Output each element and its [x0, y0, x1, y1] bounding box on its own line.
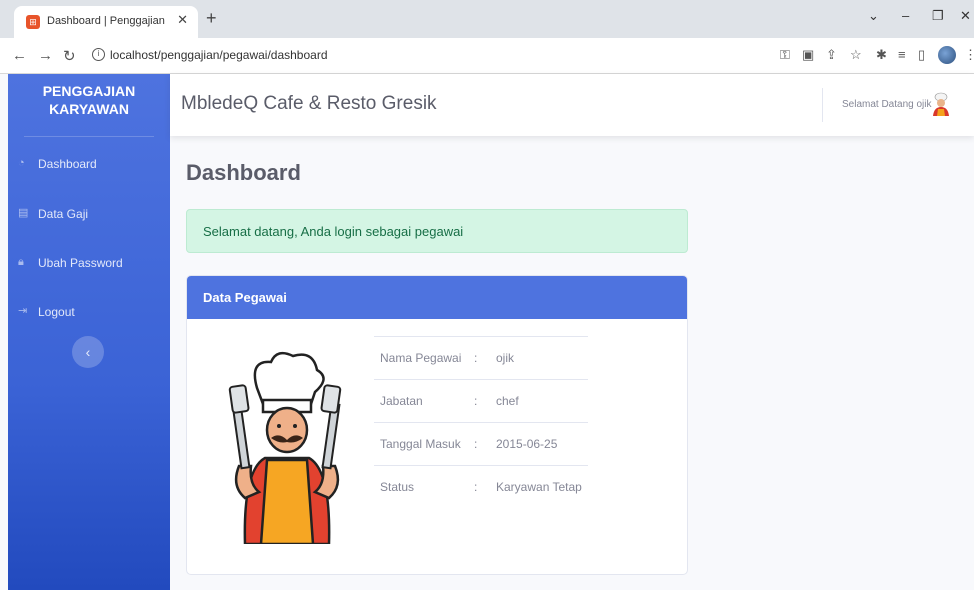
dashboard-icon: ◔ [18, 157, 25, 169]
sidebar-item-logout[interactable]: ⇥ Logout [8, 296, 170, 328]
row-value: 2015-06-25 [496, 437, 558, 451]
chef-illustration [228, 351, 342, 544]
row-label: Nama Pegawai [380, 351, 462, 365]
back-icon[interactable]: ← [12, 47, 27, 64]
url-text: localhost/penggajian/pegawai/dashboard [110, 48, 328, 62]
row-colon: : [474, 480, 478, 494]
logout-icon: ⇥ [18, 305, 28, 317]
minimize-icon[interactable]: – [902, 8, 909, 23]
app-title: MbledeQ Cafe & Resto Gresik [181, 93, 437, 114]
user-greeting[interactable]: Selamat Datang ojik [842, 99, 932, 110]
brand-line-2: KARYAWAN [49, 101, 129, 117]
tab-favicon-icon: ⊞ [26, 15, 40, 29]
restore-icon[interactable]: ❐ [932, 8, 944, 24]
side-panel-icon[interactable]: ▯ [918, 47, 925, 63]
row-colon: : [474, 351, 478, 365]
row-label: Jabatan [380, 394, 423, 408]
sidebar: PENGGAJIAN KARYAWAN ◔ Dashboard ▤ Data G… [8, 74, 170, 590]
row-label: Status [380, 480, 415, 494]
close-window-icon[interactable]: ✕ [960, 8, 971, 24]
table-icon: ▤ [18, 207, 29, 219]
table-row: Tanggal Masuk : 2015-06-25 [374, 422, 588, 465]
welcome-alert: Selamat datang, Anda login sebagai pegaw… [186, 209, 688, 253]
page-title: Dashboard [186, 160, 301, 185]
topbar: MbledeQ Cafe & Resto Gresik Selamat Data… [170, 74, 974, 136]
employee-card: Data Pegawai Nama Pegawai : ojik Jabatan… [186, 275, 688, 575]
forward-icon[interactable]: → [38, 47, 53, 64]
alert-text: Selamat datang, Anda login sebagai pegaw… [203, 224, 464, 239]
browser-tab-bar: ⊞ Dashboard | Penggajian ✕ + ⌄ – ❐ ✕ [0, 0, 974, 38]
extensions-icon[interactable]: ✱ [876, 47, 887, 63]
profile-avatar-icon[interactable] [938, 46, 956, 64]
browser-menu-icon[interactable]: ⋮ [964, 47, 974, 63]
tab-search-icon[interactable]: ⌄ [868, 8, 879, 24]
site-info-icon[interactable]: i [92, 48, 105, 61]
browser-tab[interactable]: ⊞ Dashboard | Penggajian ✕ [14, 6, 198, 38]
user-avatar-icon[interactable] [930, 92, 952, 116]
reload-icon[interactable]: ↻ [63, 47, 76, 65]
share-icon[interactable]: ⇪ [826, 47, 837, 63]
sidebar-brand[interactable]: PENGGAJIAN KARYAWAN [8, 74, 170, 136]
sidebar-item-label: Dashboard [38, 157, 97, 171]
row-label: Tanggal Masuk [380, 437, 461, 451]
topbar-divider [822, 88, 823, 122]
bookmark-star-icon[interactable]: ☆ [850, 47, 862, 63]
table-row: Status : Karyawan Tetap [374, 465, 588, 508]
new-tab-icon[interactable]: + [206, 8, 217, 29]
row-value: chef [496, 394, 519, 408]
browser-address-bar: ← → ↻ i localhost/penggajian/pegawai/das… [0, 38, 974, 74]
card-title: Data Pegawai [203, 290, 287, 305]
lock-icon: 🔒︎ [18, 256, 24, 268]
tab-close-icon[interactable]: ✕ [177, 12, 188, 28]
reading-list-icon[interactable]: ≡ [898, 47, 906, 62]
row-colon: : [474, 394, 478, 408]
sidebar-toggle-button[interactable]: ‹ [72, 336, 104, 368]
brand-line-1: PENGGAJIAN [42, 83, 136, 99]
sidebar-item-dashboard[interactable]: ◔ Dashboard [8, 148, 170, 180]
translate-icon[interactable]: ▣ [802, 47, 814, 63]
row-value: ojik [496, 351, 515, 365]
sidebar-item-label: Ubah Password [38, 256, 123, 270]
url-field[interactable]: i localhost/penggajian/pegawai/dashboard [90, 43, 740, 69]
row-colon: : [474, 437, 478, 451]
sidebar-item-label: Logout [38, 305, 75, 319]
sidebar-divider [24, 136, 154, 137]
password-key-icon[interactable]: ⚿ [780, 47, 790, 63]
sidebar-item-label: Data Gaji [38, 207, 89, 221]
table-row: Jabatan : chef [374, 379, 588, 422]
tab-title: Dashboard | Penggajian [47, 15, 165, 27]
sidebar-item-ubah-password[interactable]: 🔒︎ Ubah Password [8, 247, 170, 279]
row-value: Karyawan Tetap [496, 480, 582, 494]
card-header: Data Pegawai [187, 276, 687, 319]
chevron-left-icon: ‹ [85, 344, 91, 360]
sidebar-item-data-gaji[interactable]: ▤ Data Gaji [8, 198, 170, 230]
table-row: Nama Pegawai : ojik [374, 336, 588, 379]
